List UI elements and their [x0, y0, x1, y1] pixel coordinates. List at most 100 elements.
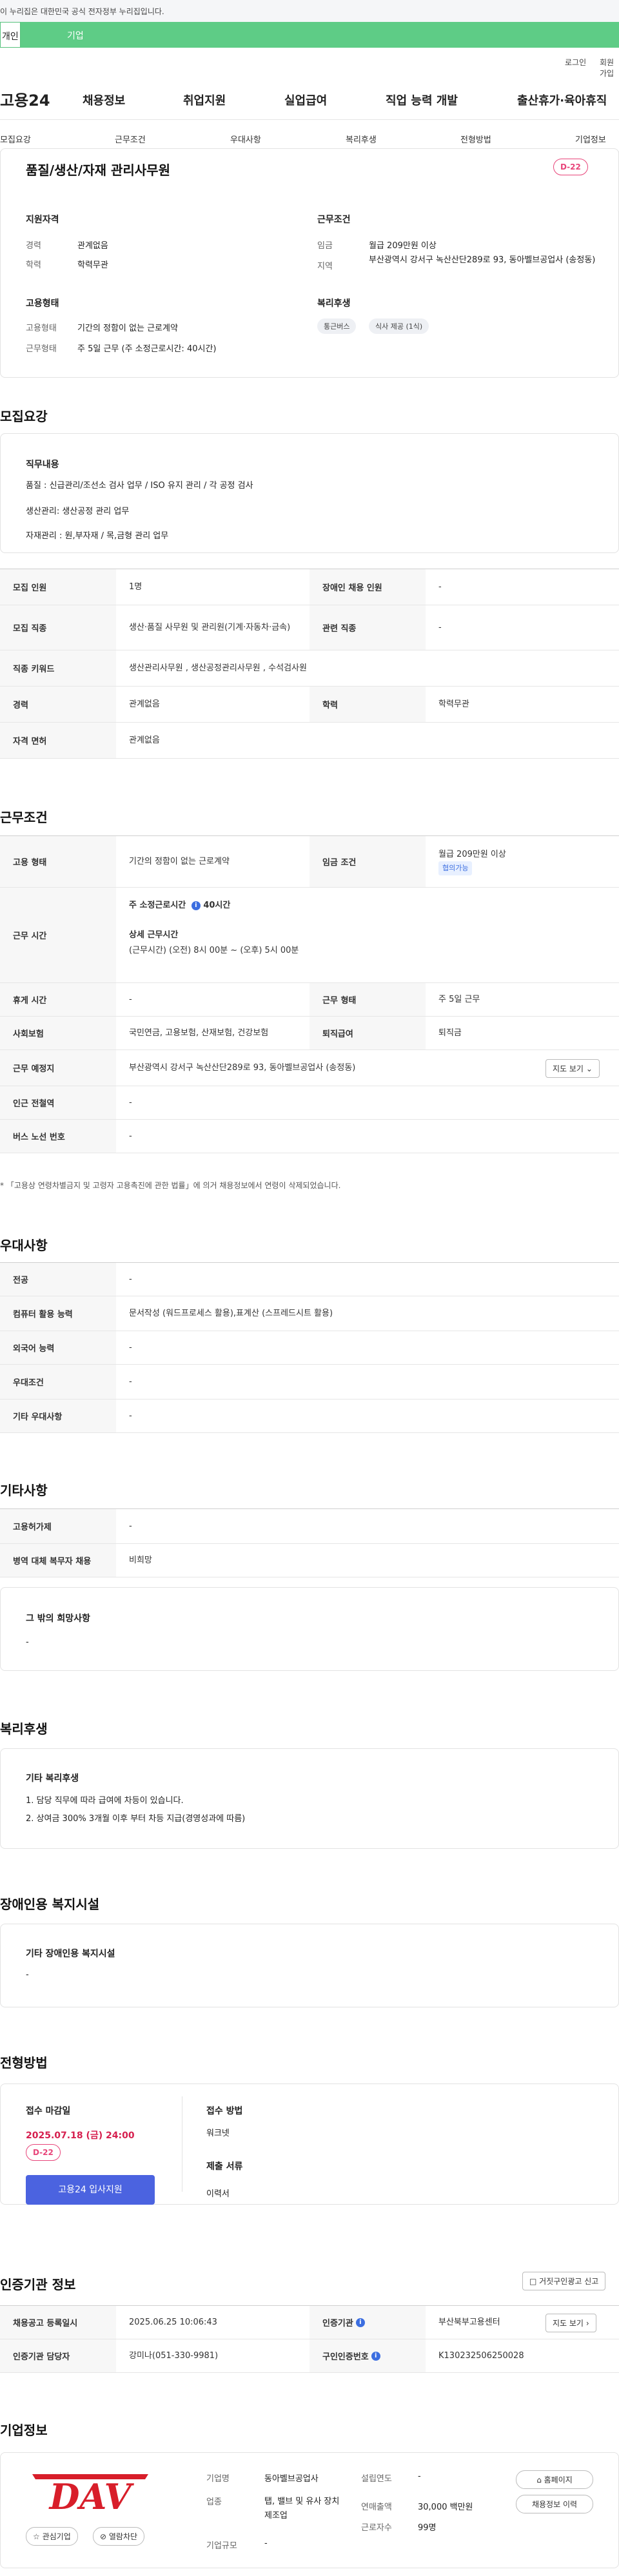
table-cell: - — [129, 994, 132, 1004]
table-cell: - — [129, 1342, 132, 1352]
tab-welfare[interactable]: 복리후생 — [346, 133, 377, 145]
conditions-table: 고용 형태 기간의 정함이 없는 근로계약 임금 조건 월급 209만원 이상 … — [0, 835, 619, 1153]
table-row: 병역 대체 복무자 채용 비희망 — [0, 1544, 619, 1577]
duty-line-3: 자재관리 : 원,부자재 / 목,금형 관리 업무 — [26, 531, 169, 541]
table-header: 퇴직급여 — [310, 1017, 426, 1049]
tab-company[interactable]: 기업 — [21, 22, 619, 48]
homepage-label: 홈페이지 — [544, 2475, 573, 2484]
table-header: 기타 우대사항 — [0, 1400, 116, 1432]
table-header: 근무 예정지 — [0, 1050, 116, 1086]
home-icon: ⌂ — [536, 2475, 542, 2484]
industry-value: 탭, 밸브 및 유사 장치 제조업 — [264, 2497, 340, 2521]
false-ad-report-button[interactable]: □ 거짓구인광고 신고 — [522, 2272, 606, 2290]
table-cell: 1명 — [129, 581, 142, 592]
career-value: 관계없음 — [77, 241, 108, 251]
table-header: 직종 키워드 — [0, 650, 116, 686]
table-row: 채용공고 등록일시 2025.06.25 10:06:43 인증기관 i 부산북부… — [0, 2306, 619, 2339]
other-wish-value: - — [26, 1637, 29, 1647]
table-header: 버스 노선 번호 — [0, 1120, 116, 1153]
table-header: 경력 — [0, 687, 116, 722]
disability-value: - — [26, 1970, 29, 1980]
welfare-line-1: 1. 담당 직무에 따라 급여에 차등이 있습니다. — [26, 1796, 184, 1806]
block-view-button[interactable]: ⊘ 열람차단 — [93, 2527, 145, 2546]
table-header: 우대조건 — [0, 1365, 116, 1399]
tab-screening[interactable]: 전형방법 — [460, 133, 491, 145]
table-cell: - — [129, 1376, 132, 1387]
tab-company-info[interactable]: 기업정보 — [575, 133, 606, 145]
hours-week-label: 주 소정근로시간 — [129, 901, 186, 910]
site-logo[interactable]: 고용24 — [0, 88, 50, 110]
wage-value: 월급 209만원 이상 — [438, 849, 506, 859]
sales-value: 30,000 백만원 — [418, 2503, 473, 2512]
report-icon: □ — [529, 2277, 537, 2286]
tab-recruit[interactable]: 모집요강 — [0, 133, 31, 145]
favorite-company-label: 관심기업 — [42, 2532, 71, 2541]
agency-section-title: 인증기관 정보 — [0, 2277, 76, 2292]
table-header: 고용 형태 — [0, 836, 116, 887]
table-cell: 생산관리사무원 , 생산공정관리사무원 , 수석검사원 — [129, 663, 307, 673]
welfare-chip-bus: 통근버스 — [317, 318, 357, 334]
table-cell: 주 5일 근무 — [438, 994, 480, 1004]
tab-preference[interactable]: 우대사항 — [230, 133, 261, 145]
method-label: 접수 방법 — [206, 2106, 243, 2116]
nav-job-info[interactable]: 채용정보 — [83, 92, 125, 108]
gov-banner: 이 누리집은 대한민국 공식 전자정부 누리집입니다. — [0, 0, 619, 22]
favorite-company-button[interactable]: ☆ 관심기업 — [26, 2527, 78, 2546]
deadline-label: 접수 마감일 — [26, 2106, 71, 2116]
table-cell: 비희망 — [129, 1555, 152, 1565]
work-form-label: 근무형태 — [26, 344, 57, 354]
duty-line-2: 생산관리: 생산공정 관리 업무 — [26, 507, 130, 516]
table-header: 고용허가제 — [0, 1509, 116, 1543]
dday-badge: D-22 — [553, 159, 588, 175]
table-cell: - — [129, 1097, 132, 1107]
table-row: 모집 직종 생산·품질 사무원 및 관리원(기계·자동차·금속) 관련 직종 - — [0, 605, 619, 650]
homepage-button[interactable]: ⌂ 홈페이지 — [516, 2470, 593, 2489]
agency-map-button[interactable]: 지도 보기 › — [545, 2314, 596, 2332]
apply-button[interactable]: 고용24 입사지원 — [26, 2175, 155, 2205]
info-icon[interactable]: i — [191, 901, 201, 910]
welfare-section-title: 복리후생 — [0, 1721, 48, 1737]
deadline-value: 2025.07.18 (금) 24:00 — [26, 2131, 135, 2141]
table-row: 인증기관 담당자 강미나(051-330-9981) 구인인증번호 i K1302… — [0, 2339, 619, 2373]
chevron-right-icon: › — [585, 2319, 589, 2328]
job-history-button[interactable]: 채용정보 이력 — [516, 2495, 593, 2513]
table-header: 장애인 채용 인원 — [310, 569, 426, 605]
qualification-heading: 지원자격 — [26, 215, 59, 225]
table-row: 외국어 능력 - — [0, 1331, 619, 1365]
company-size-value: - — [264, 2539, 268, 2548]
screening-dday-badge: D-22 — [26, 2144, 61, 2161]
wage-value: 월급 209만원 이상 — [369, 241, 437, 251]
map-view-button[interactable]: 지도 보기 ⌄ — [545, 1059, 600, 1078]
table-header: 외국어 능력 — [0, 1331, 116, 1364]
tab-personal[interactable]: 개인 — [0, 22, 21, 48]
nav-unemployment-benefit[interactable]: 실업급여 — [284, 92, 327, 108]
table-row: 고용 형태 기간의 정함이 없는 근로계약 임금 조건 월급 209만원 이상 … — [0, 836, 619, 888]
nav-job-training[interactable]: 직업 능력 개발 — [386, 92, 458, 108]
false-ad-report-label: 거짓구인광고 신고 — [539, 2277, 599, 2286]
nav-parental-leave[interactable]: 출산휴가·육아휴직 — [517, 92, 607, 108]
table-cell: 퇴직금 — [438, 1028, 462, 1038]
info-icon[interactable]: i — [355, 2317, 365, 2327]
table-row: 직종 키워드 생산관리사무원 , 생산공정관리사무원 , 수석검사원 — [0, 650, 619, 687]
table-cell: 문서작성 (워드프로세스 활용),표계산 (스프레드시트 활용) — [129, 1308, 333, 1318]
tab-conditions[interactable]: 근무조건 — [115, 133, 146, 145]
emp-type-value: 기간의 정함이 없는 근로계약 — [77, 324, 178, 333]
table-header: 근무 형태 — [310, 983, 426, 1016]
table-cell: - — [129, 1410, 132, 1421]
duty-heading: 직무내용 — [26, 460, 59, 470]
table-row: 휴게 시간 - 근무 형태 주 5일 근무 — [0, 983, 619, 1017]
info-icon[interactable]: i — [371, 2351, 380, 2361]
table-header: 병역 대체 복무자 채용 — [0, 1544, 116, 1577]
career-label: 경력 — [26, 241, 41, 251]
nav-employment-support[interactable]: 취업지원 — [183, 92, 226, 108]
docs-label: 제출 서류 — [206, 2161, 243, 2172]
region-value: 부산광역시 강서구 녹산산단289로 93, 동아벨브공업사 (송정동) — [369, 255, 596, 265]
table-header: 채용공고 등록일시 — [0, 2306, 116, 2339]
block-icon: ⊘ — [100, 2532, 107, 2541]
company-section-title: 기업정보 — [0, 2423, 48, 2438]
emp-type-label: 고용형태 — [26, 324, 57, 333]
table-header: 인근 전철역 — [0, 1086, 116, 1119]
table-row: 자격 면허 관계없음 — [0, 723, 619, 759]
method-value: 워크넷 — [206, 2129, 230, 2138]
login-link[interactable]: 로그인 — [565, 57, 586, 68]
